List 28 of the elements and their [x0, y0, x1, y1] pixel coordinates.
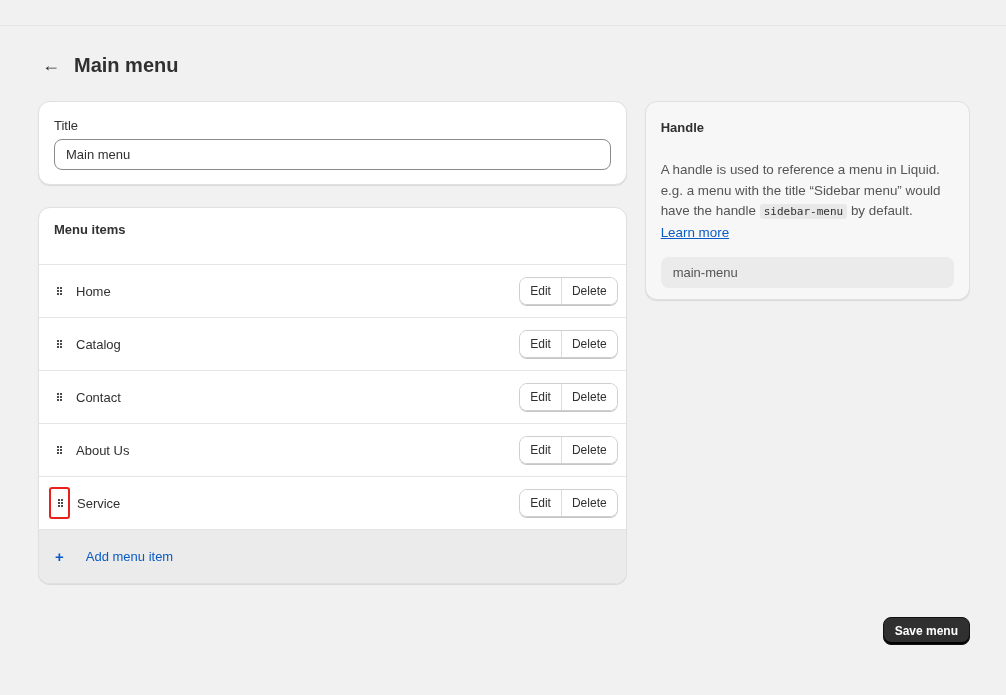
learn-more-link[interactable]: Learn more	[660, 224, 730, 240]
delete-button[interactable]: Delete	[560, 278, 617, 304]
delete-button[interactable]: Delete	[560, 384, 617, 410]
delete-button[interactable]: Delete	[560, 490, 617, 516]
menu-item-label: Contact	[76, 389, 122, 405]
drag-handle-icon[interactable]	[56, 392, 62, 402]
title-input[interactable]: Main menu	[54, 139, 611, 170]
code-snippet: sidebar-menu	[759, 204, 848, 219]
page-title: Main menu	[74, 54, 179, 77]
menu-item-label: Service	[77, 495, 122, 511]
delete-button[interactable]: Delete	[560, 437, 617, 463]
drag-handle-icon[interactable]	[56, 445, 62, 455]
menu-item-label: Home	[76, 283, 112, 299]
handle-description: A handle is used to reference a menu in Liquid. e.g. a menu with the title “Sidebar menu” would have the handle sidebar-menu by default. Learn more	[660, 161, 942, 242]
drag-handle-icon[interactable]	[56, 498, 63, 508]
card-heading: Handle	[660, 120, 705, 135]
card-heading: Menu items	[39, 208, 626, 265]
menu-item-label: Catalog	[76, 336, 122, 352]
plus-icon[interactable]: +	[55, 548, 64, 565]
drag-handle-icon[interactable]	[56, 286, 62, 296]
drag-handle-icon[interactable]	[56, 339, 62, 349]
delete-button[interactable]: Delete	[560, 331, 617, 357]
save-button[interactable]: Save menu	[882, 617, 970, 645]
back-button[interactable]: ←	[38, 55, 64, 76]
handle-input[interactable]: main-menu	[660, 257, 954, 288]
field-label: Title	[54, 118, 80, 133]
add-menu-item-link[interactable]: Add menu item	[85, 549, 174, 564]
menu-item-label: About Us	[76, 442, 131, 458]
